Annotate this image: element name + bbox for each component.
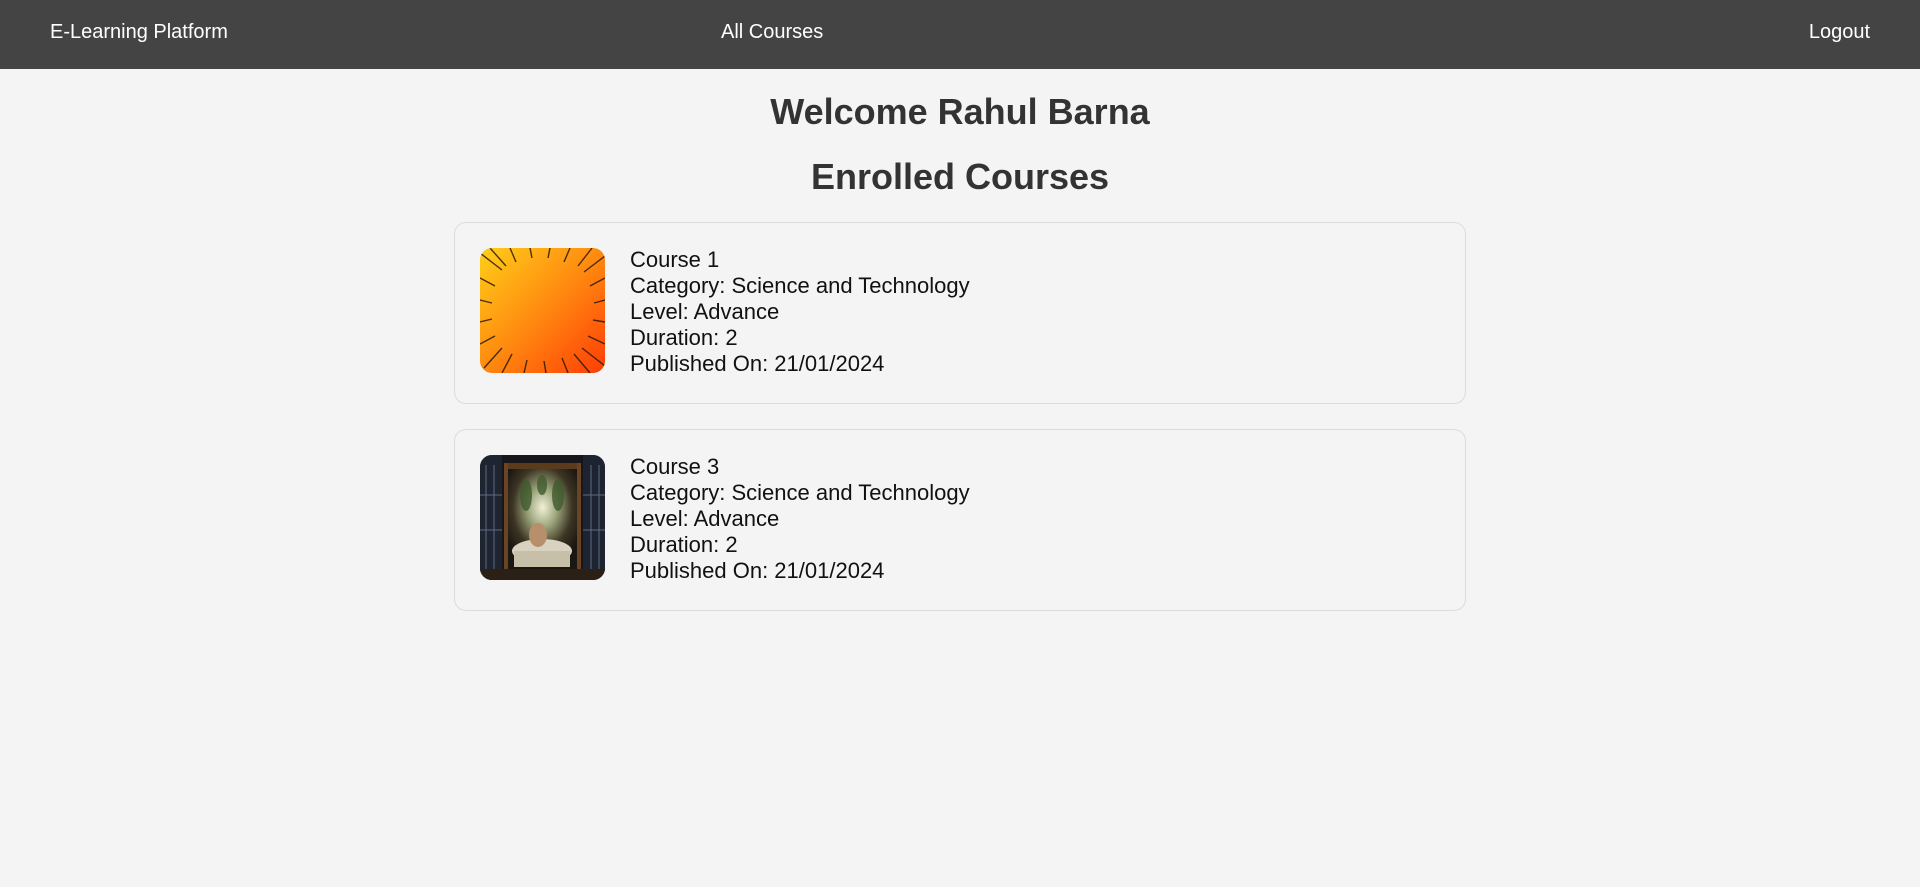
logout-link[interactable]: Logout — [1809, 0, 1870, 65]
course-duration: Duration: 2 — [630, 532, 738, 557]
brand-link[interactable]: E-Learning Platform — [50, 0, 228, 65]
course-level: Level: Advance — [630, 299, 780, 324]
course-card[interactable]: Course 1 Category: Science and Technolog… — [454, 222, 1466, 404]
course-level: Level: Advance — [630, 506, 780, 531]
course-info: Course 1 Category: Science and Technolog… — [630, 247, 970, 377]
dining-room-photo-image — [480, 455, 605, 580]
course-name: Course 3 — [630, 454, 720, 479]
course-published-date: Published On: 21/01/2024 — [630, 558, 885, 583]
enrolled-course-list: Course 1 Category: Science and Technolog… — [454, 222, 1466, 636]
enrolled-courses-heading: Enrolled Courses — [810, 156, 1110, 197]
orange-starburst-image — [480, 248, 605, 373]
top-navbar: E-Learning Platform All Courses Logout — [0, 0, 1920, 69]
course-thumbnail-image — [480, 455, 605, 580]
course-info: Course 3 Category: Science and Technolog… — [630, 454, 970, 584]
course-category: Category: Science and Technology — [630, 480, 970, 505]
all-courses-link[interactable]: All Courses — [721, 0, 823, 65]
course-name: Course 1 — [630, 247, 720, 272]
welcome-heading: Welcome Rahul Barna — [770, 91, 1150, 132]
course-card[interactable]: Course 3 Category: Science and Technolog… — [454, 429, 1466, 611]
course-thumbnail-image — [480, 248, 605, 373]
course-duration: Duration: 2 — [630, 325, 738, 350]
course-category: Category: Science and Technology — [630, 273, 970, 298]
course-published-date: Published On: 21/01/2024 — [630, 351, 885, 376]
